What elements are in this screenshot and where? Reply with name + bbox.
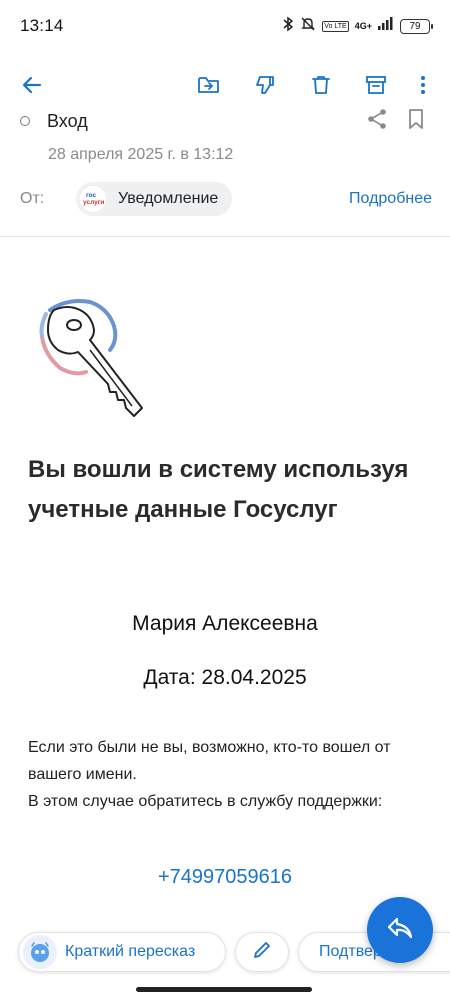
network-type: 4G+ [354,20,372,31]
mail-toolbar [0,62,450,108]
sender-chip[interactable]: гос услуги Уведомление [76,182,233,216]
battery-icon: 79 [400,18,433,34]
sender-logo: гос услуги [78,184,108,214]
status-icons: Vo LTE 4G+ 79 [282,16,433,37]
bookmark-icon[interactable] [406,108,430,132]
user-name: Мария Алексеевна [132,612,318,635]
notice-line-1: Если это были не вы, возможно, кто-то во… [28,739,391,783]
from-row: От: гос услуги Уведомление Подробнее [20,182,432,216]
volte-icon: Vo LTE [322,20,349,32]
home-indicator[interactable] [136,987,312,992]
more-vertical-icon[interactable] [408,70,438,100]
status-bar: 13:14 Vo LTE 4G+ 79 [0,0,450,52]
summary-button[interactable]: Краткий пересказ [18,932,226,972]
read-status-toggle[interactable] [20,116,30,126]
logo-text-bottom: услуги [83,199,104,206]
ai-assistant-icon [23,935,57,969]
reply-icon [386,915,414,946]
spam-icon[interactable] [250,70,280,100]
support-phone-link[interactable]: +74997059616 [0,866,450,889]
pencil-icon [252,940,272,965]
reply-button[interactable] [367,897,433,963]
folder-name[interactable]: Вход [47,111,88,132]
logo-text-top: гос [86,192,97,199]
details-link[interactable]: Подробнее [349,190,432,208]
bluetooth-icon [282,16,294,37]
notice-line-2: В этом случае обратитесь в службу поддер… [28,793,383,810]
sender-name: Уведомление [118,190,219,207]
mute-icon [300,16,316,37]
folder-row: Вход [20,108,440,134]
from-label: От: [20,190,45,207]
summary-label: Краткий пересказ [65,943,196,960]
mail-date: 28 апреля 2025 г. в 13:12 [48,146,234,163]
share-icon[interactable] [366,108,390,132]
back-arrow-icon[interactable] [17,70,47,100]
login-date: Дата: 28.04.2025 [143,666,307,689]
key-icon [38,296,150,422]
archive-icon[interactable] [361,70,391,100]
notice-text: Если это были не вы, возможно, кто-то во… [28,734,438,815]
header-divider [0,236,450,237]
move-to-folder-icon[interactable] [194,70,224,100]
signal-icon [378,17,394,35]
delete-icon[interactable] [306,70,336,100]
compose-reply-button[interactable] [235,932,289,972]
headline: Вы вошли в систему используя учетные дан… [28,456,409,523]
status-time: 13:14 [20,16,64,35]
